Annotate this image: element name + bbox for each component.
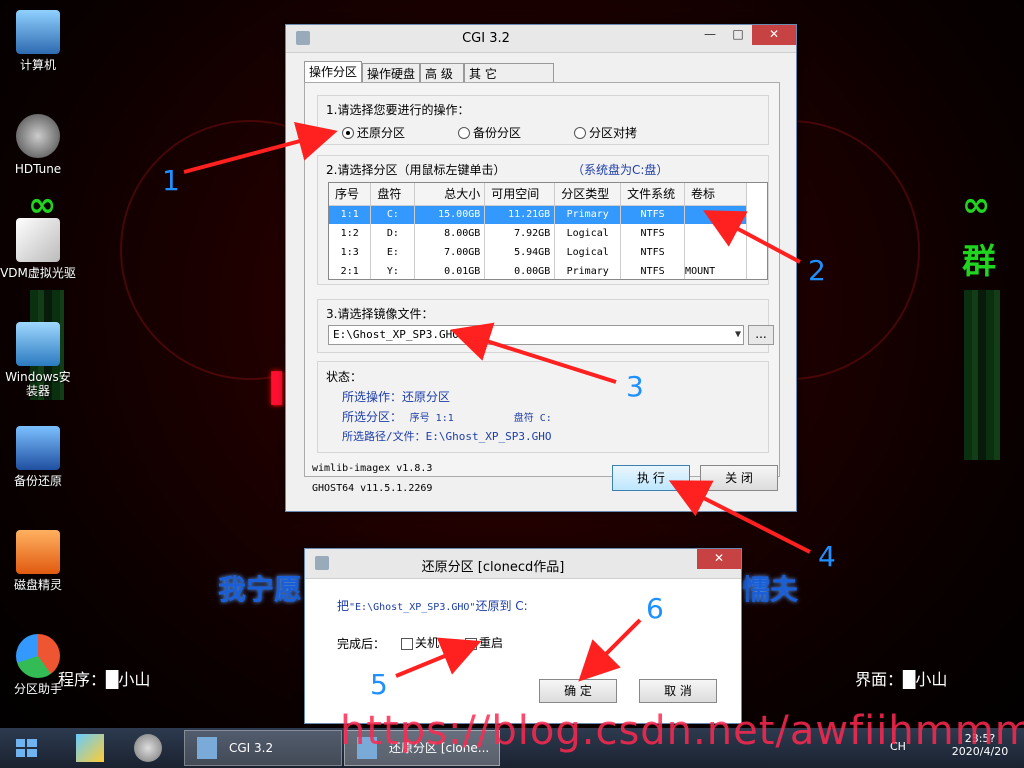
annotation-arrow-3 [450, 322, 617, 384]
annotation-number-2: 2 [808, 254, 826, 287]
annotation-arrow-2 [702, 210, 801, 264]
annotation-number-6: 6 [646, 592, 664, 625]
annotation-number-3: 3 [626, 370, 644, 403]
start-button[interactable] [6, 730, 46, 766]
watermark: https://blog.csdn.net/awfiihmmmm [340, 708, 1024, 754]
annotation-arrow-6 [578, 618, 642, 682]
windows-logo-icon [16, 739, 37, 757]
annotation-arrow-1 [183, 121, 338, 174]
pinned-app-1[interactable] [68, 730, 112, 766]
annotation-number-1: 1 [162, 164, 180, 197]
pinned-app-2[interactable] [126, 730, 170, 766]
annotation-number-4: 4 [818, 540, 836, 573]
annotation-overlay [183, 121, 811, 682]
hdd-pin-icon [134, 734, 162, 762]
taskbar-task-cgi[interactable]: CGI 3.2 [184, 730, 342, 766]
annotation-arrow-5 [395, 637, 482, 678]
app-pin-icon [76, 734, 104, 762]
annotation-number-5: 5 [370, 668, 388, 701]
annotation-arrow-4 [668, 480, 811, 554]
cgi-task-icon [197, 737, 217, 759]
